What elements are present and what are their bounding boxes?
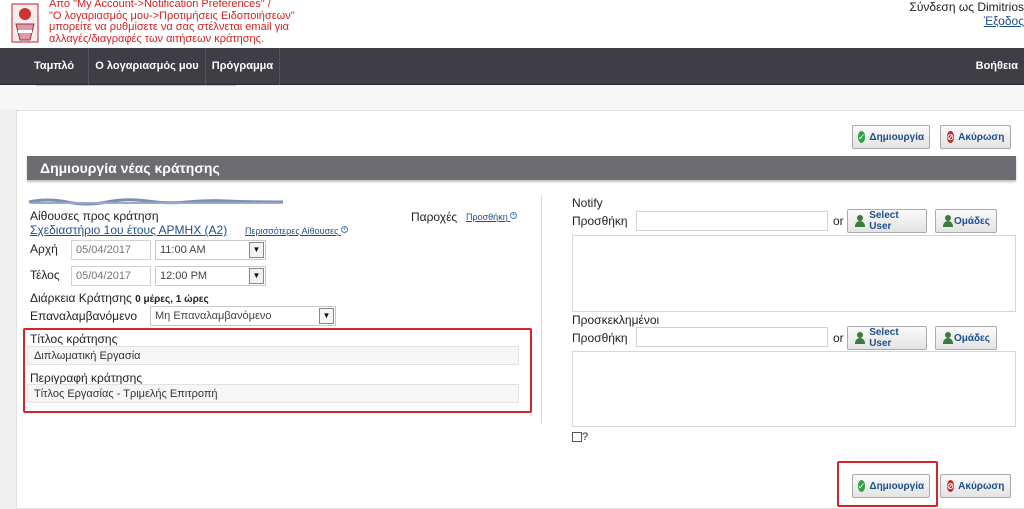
invitees-add-label: Προσθήκη bbox=[572, 331, 628, 345]
cancel-button-top[interactable]: ⊘ Ακύρωση bbox=[940, 125, 1011, 149]
start-time-select[interactable]: 11:00 AM ▼ bbox=[155, 240, 266, 260]
notify-select-user-button[interactable]: Select User bbox=[847, 209, 927, 233]
cancel-icon: ⊘ bbox=[946, 131, 955, 143]
logged-in-as: Σύνδεση ως Dimitrios bbox=[909, 0, 1024, 14]
notice-line: Από "My Account->Notification Preference… bbox=[49, 0, 271, 10]
group-icon bbox=[942, 215, 953, 227]
description-input[interactable]: Τίτλος Εργασίας - Τριμελής Επιτροπή bbox=[27, 384, 519, 403]
start-time-value: 11:00 AM bbox=[160, 244, 206, 256]
plus-icon: + bbox=[341, 226, 349, 233]
redacted-user-name bbox=[28, 198, 284, 206]
duration-value: 0 μέρες, 1 ώρες bbox=[135, 294, 209, 305]
create-button-bottom[interactable]: ✓ Δημιουργία bbox=[852, 474, 930, 498]
option-question-label: ? bbox=[582, 431, 589, 443]
duration-label: Διάρκεια Κράτησης bbox=[30, 291, 132, 305]
end-date-input[interactable]: 05/04/2017 bbox=[71, 266, 151, 286]
nav-schedule[interactable]: Πρόγραμμα bbox=[206, 48, 280, 85]
nav-my-account[interactable]: Ο λογαριασμός μου bbox=[89, 48, 206, 85]
user-icon bbox=[854, 215, 866, 227]
groups-label: Ομάδες bbox=[953, 332, 990, 344]
plus-icon: + bbox=[510, 212, 518, 219]
university-logo bbox=[11, 3, 39, 43]
notice-line: αλλαγές/διαγραφές των αιτήσεων κράτησης. bbox=[49, 32, 265, 45]
chevron-down-icon: ▼ bbox=[249, 268, 264, 284]
repeat-label: Επαναλαμβανόμενο bbox=[30, 309, 138, 323]
notify-label: Notify bbox=[572, 196, 603, 210]
create-label: Δημιουργία bbox=[869, 131, 925, 143]
option-checkbox[interactable] bbox=[572, 432, 582, 442]
cancel-label: Ακύρωση bbox=[958, 131, 1005, 143]
create-button-top[interactable]: ✓ Δημιουργία bbox=[852, 125, 930, 149]
cancel-label: Ακύρωση bbox=[958, 480, 1005, 492]
start-label: Αρχή bbox=[30, 242, 58, 256]
title-label: Τίτλος κράτησης bbox=[30, 332, 118, 346]
invitees-user-input[interactable] bbox=[636, 327, 828, 347]
add-accessories-label: Προσθήκη bbox=[466, 212, 508, 222]
nav-help[interactable]: Βοήθεια bbox=[976, 48, 1018, 85]
invitees-or-label: or bbox=[833, 331, 844, 345]
logout-link[interactable]: Έξοδος bbox=[909, 14, 1024, 28]
nav-dashboard[interactable]: Ταμπλό bbox=[20, 48, 89, 85]
select-user-label: Select User bbox=[869, 327, 899, 349]
description-label: Περιγραφή κράτησης bbox=[30, 371, 143, 385]
end-time-select[interactable]: 12:00 PM ▼ bbox=[155, 266, 266, 286]
add-accessories-link[interactable]: Προσθήκη + bbox=[466, 212, 518, 222]
start-date-input[interactable]: 05/04/2017 bbox=[71, 240, 151, 260]
invitees-groups-button[interactable]: Ομάδες bbox=[935, 326, 997, 350]
login-info: Σύνδεση ως Dimitrios Έξοδος bbox=[909, 0, 1024, 28]
cancel-button-bottom[interactable]: ⊘ Ακύρωση bbox=[940, 474, 1011, 498]
invitees-select-user-button[interactable]: Select User bbox=[847, 326, 927, 350]
notify-user-input[interactable] bbox=[636, 211, 828, 231]
duration-row: Διάρκεια Κράτησης 0 μέρες, 1 ώρες bbox=[30, 291, 209, 305]
invitees-label: Προσκεκλημένοι bbox=[572, 313, 660, 327]
subnav-strip bbox=[0, 85, 1024, 110]
more-resources-label: Περισσότερες Αίθουσες bbox=[245, 226, 339, 236]
end-label: Τέλος bbox=[30, 268, 60, 282]
main-navbar: Ταμπλό Ο λογαριασμός μου Πρόγραμμα Βοήθε… bbox=[0, 48, 1024, 85]
resource-link[interactable]: Σχεδιαστήριο 1ου έτους ΑΡΜΗΧ (Α2) bbox=[30, 223, 227, 237]
chevron-down-icon: ▼ bbox=[249, 242, 264, 258]
accessories-label: Παροχές bbox=[411, 210, 458, 224]
notify-list-box[interactable] bbox=[572, 235, 1016, 312]
repeat-select[interactable]: Μη Επαναλαμβανόμενο ▼ bbox=[150, 306, 336, 326]
user-icon bbox=[854, 332, 866, 344]
chevron-down-icon: ▼ bbox=[319, 308, 334, 324]
title-input[interactable]: Διπλωματική Εργασία bbox=[27, 346, 519, 365]
section-title: Δημιουργία νέας κράτησης bbox=[27, 156, 1016, 180]
invitees-list-box[interactable] bbox=[572, 351, 1016, 427]
notify-groups-button[interactable]: Ομάδες bbox=[935, 209, 997, 233]
groups-label: Ομάδες bbox=[953, 215, 990, 227]
resources-label: Αίθουσες προς κράτηση bbox=[30, 209, 159, 223]
column-divider bbox=[541, 196, 542, 424]
group-icon bbox=[942, 332, 953, 344]
notify-add-label: Προσθήκη bbox=[572, 214, 628, 228]
create-label: Δημιουργία bbox=[869, 480, 925, 492]
end-time-value: 12:00 PM bbox=[160, 270, 208, 282]
more-resources-link[interactable]: Περισσότερες Αίθουσες + bbox=[245, 226, 349, 236]
check-icon: ✓ bbox=[857, 480, 866, 492]
select-user-label: Select User bbox=[869, 210, 899, 232]
check-icon: ✓ bbox=[857, 131, 866, 143]
email-notification-notice: Από "My Account->Notification Preference… bbox=[49, 0, 349, 45]
notify-or-label: or bbox=[833, 214, 844, 228]
subnav-divider bbox=[36, 85, 236, 86]
cancel-icon: ⊘ bbox=[946, 480, 955, 492]
notice-line: μπορείτε να ρυθμίσετε να σας στέλνεται e… bbox=[49, 21, 289, 33]
repeat-value: Μη Επαναλαμβανόμενο bbox=[155, 310, 272, 322]
